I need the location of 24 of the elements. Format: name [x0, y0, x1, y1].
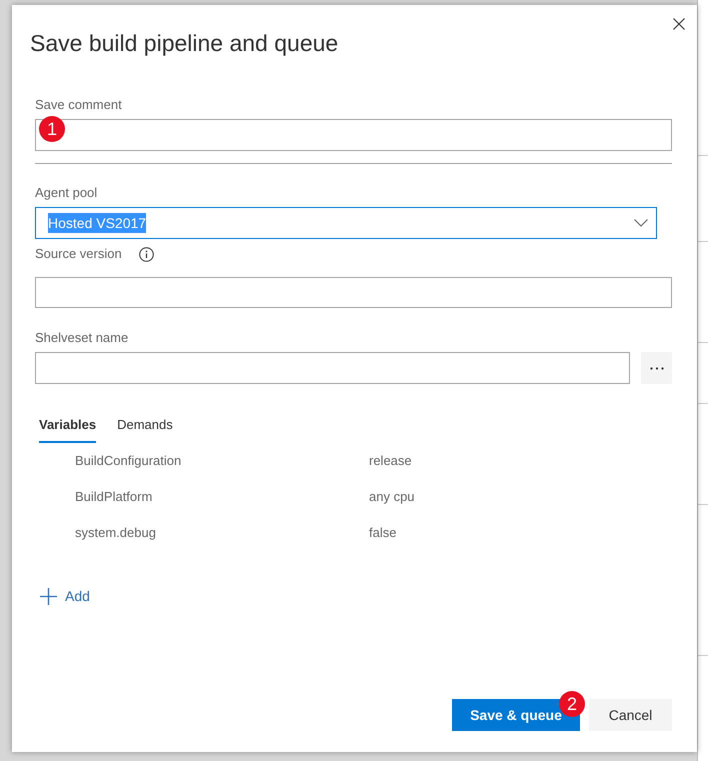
variable-name: BuildConfiguration: [75, 452, 182, 470]
variable-value: false: [369, 524, 396, 542]
variable-value: release: [369, 452, 412, 470]
field-label: Shelveset name: [35, 329, 128, 347]
close-icon: [673, 18, 685, 30]
variable-value: any cpu: [369, 488, 415, 506]
ellipsis-icon: [650, 366, 664, 370]
variable-name: BuildPlatform: [75, 488, 154, 506]
plus-icon: [40, 588, 57, 604]
cancel-button[interactable]: Cancel: [589, 699, 672, 731]
tab[interactable]: Variables: [39, 408, 96, 443]
variable-name: system.debug: [75, 524, 157, 542]
dialog-title: Save build pipeline and queue: [30, 29, 338, 58]
field-label: Agent pool: [35, 184, 98, 202]
tab[interactable]: Demands: [117, 408, 173, 443]
field-label: Save comment: [35, 96, 122, 114]
input-field[interactable]: [35, 119, 672, 151]
input-field[interactable]: [35, 277, 672, 308]
info-icon[interactable]: [138, 246, 154, 262]
chevron-down-icon: [634, 219, 648, 227]
add-link[interactable]: Add: [40, 584, 90, 608]
input-field[interactable]: [35, 352, 630, 384]
close-button[interactable]: [673, 18, 685, 30]
field-label: Source version: [35, 245, 122, 263]
